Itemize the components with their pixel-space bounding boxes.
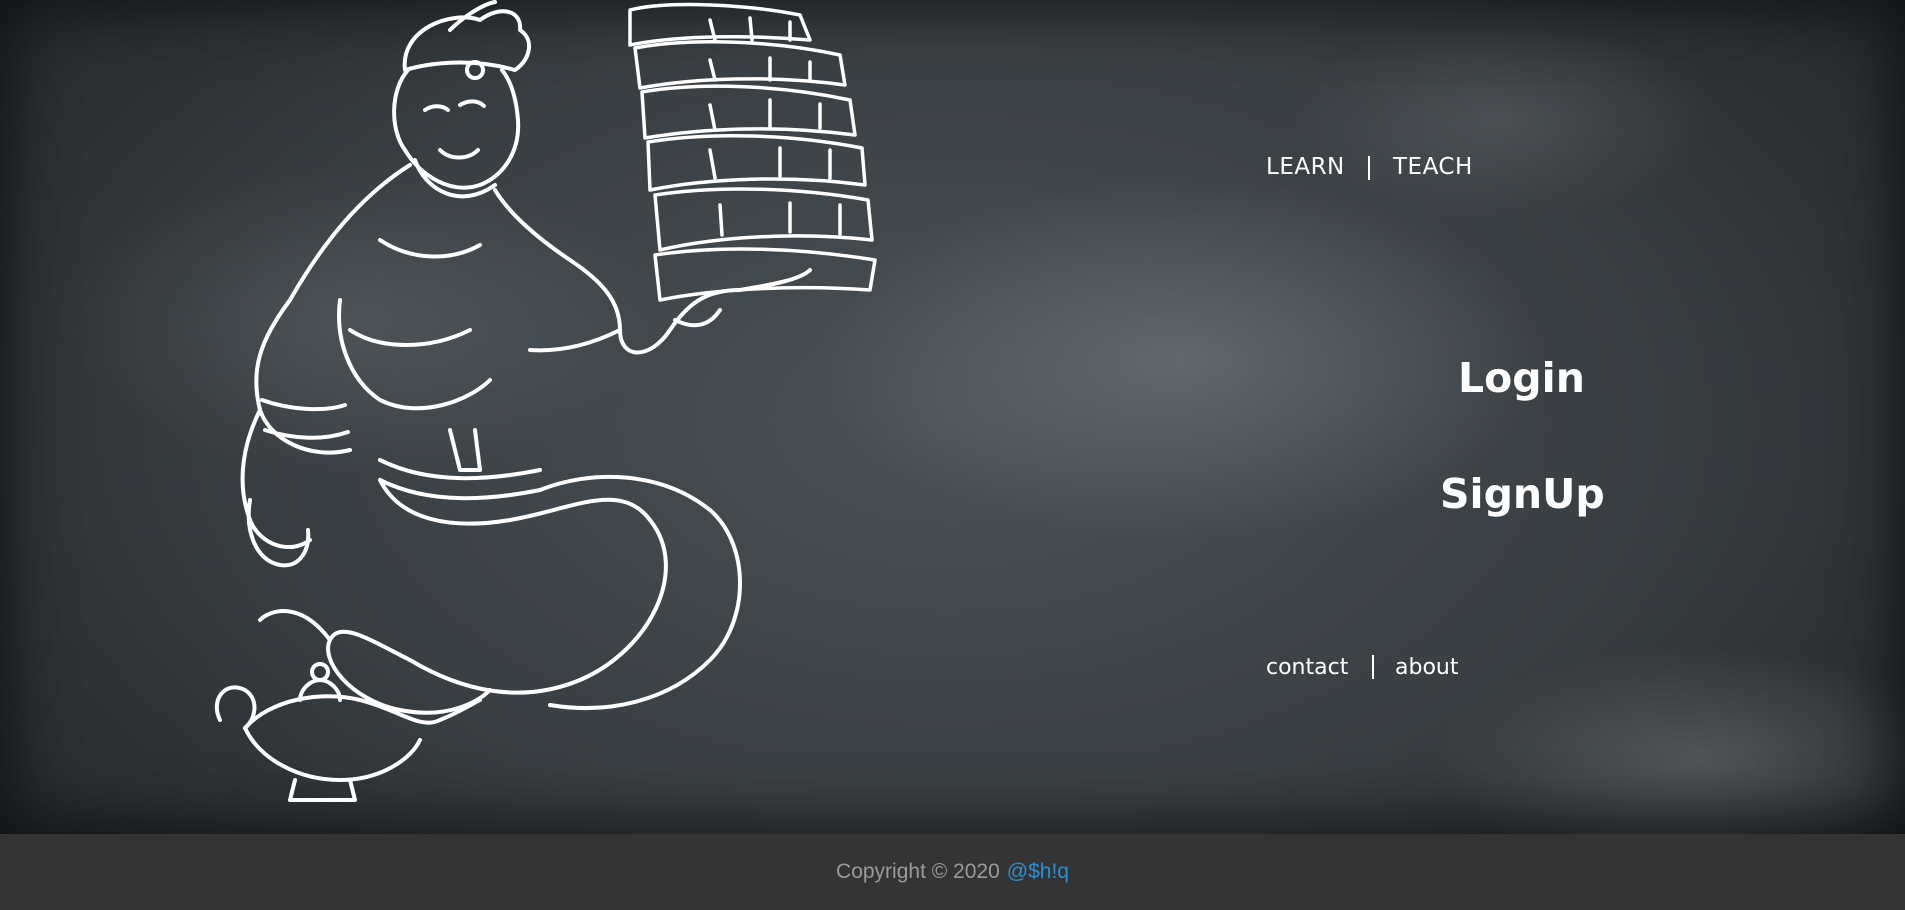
- nav-learn-link[interactable]: LEARN: [1266, 154, 1345, 180]
- signup-button[interactable]: SignUp: [1440, 470, 1605, 518]
- genie-with-books-icon: [214, 0, 877, 802]
- nav-bottom-divider: [1372, 655, 1374, 679]
- landing-page: LEARN TEACH Login SignUp contact about C…: [0, 0, 1905, 910]
- footer: Copyright © 2020 @$h!q: [0, 834, 1905, 910]
- login-button[interactable]: Login: [1458, 354, 1585, 402]
- contact-link[interactable]: contact: [1266, 655, 1348, 680]
- nav-teach-link[interactable]: TEACH: [1393, 154, 1473, 180]
- about-link[interactable]: about: [1395, 655, 1458, 680]
- author-handle-link[interactable]: @$h!q: [1007, 860, 1069, 884]
- copyright-text: Copyright © 2020: [836, 860, 1000, 883]
- nav-top-divider: [1368, 156, 1370, 180]
